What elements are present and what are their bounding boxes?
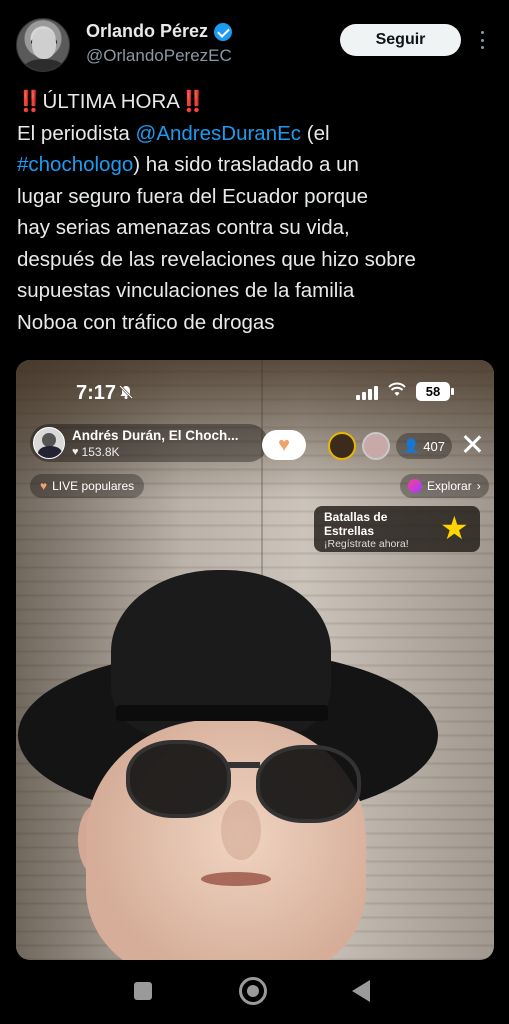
top-viewer-avatar[interactable] [362,432,390,460]
live-popular-badge[interactable]: ♥ LIVE populares [30,474,145,498]
battery-indicator: 58 [416,382,454,401]
tweet-header: Orlando Pérez @OrlandoPerezEC Seguir [0,14,509,76]
home-icon[interactable] [239,977,267,1005]
heart-icon: ♥ [40,479,48,493]
avatar-face [32,29,56,59]
sunglasses-right-lens [256,745,361,823]
status-strip [0,0,509,10]
person-icon: 👤 [403,438,420,453]
top-viewer-avatar[interactable] [328,432,356,460]
chevron-right-icon: › [476,479,481,493]
double-exclamation-icon: ‼️ [179,90,205,113]
window-blind-divider [261,360,263,610]
close-icon[interactable] [460,432,484,456]
author-name[interactable]: Orlando Pérez [86,21,208,42]
author-name-row: Orlando Pérez [86,21,233,42]
tweet-line-2: El periodista @AndresDuranEc (el [17,118,497,150]
tweet-line-5: hay serias amenazas contra su vida, [17,216,350,239]
host-avatar[interactable] [33,427,65,459]
tweet-text-segment: (el [301,121,330,145]
nose [221,800,261,860]
follow-button[interactable]: Seguir [340,24,461,56]
viewer-count-value: 407 [423,438,445,454]
more-options-icon[interactable] [474,28,490,52]
recent-apps-icon[interactable] [134,982,152,1000]
tweet-media-image[interactable]: 7:17 58 Andrés Durán, El Choch... ♥ 153.… [16,360,494,960]
tweet-line-8: Noboa con tráfico de drogas [17,310,275,334]
android-nav-bar [0,960,509,1024]
hashtag-link[interactable]: #chochologo [17,153,133,176]
follow-host-button[interactable]: ♥ [262,430,306,460]
mention-link[interactable]: @AndresDuranEc [136,122,302,145]
explore-label: Explorar [427,479,472,493]
star-icon: ★ [440,510,469,546]
wifi-icon [388,382,406,396]
explore-button[interactable]: Explorar › [400,474,489,498]
tweet-text-segment: ) ha sido trasladado a un [133,153,359,176]
tweet-line-7: supuestas vinculaciones de la familia [17,279,355,302]
live-popular-label: LIVE populares [52,479,135,493]
live-host-pill[interactable]: Andrés Durán, El Choch... ♥ 153.8K [30,424,268,462]
tweet-text-segment: El periodista [17,121,136,145]
status-time: 7:17 [76,382,117,404]
heart-plus-icon: ♥ [278,433,290,456]
mouth [201,872,271,886]
battle-title: Batallas de Estrellas [324,510,388,538]
tweet-line-1: ‼️ ÚLTIMA HORA‼️ [17,86,497,118]
author-handle[interactable]: @OrlandoPerezEC [86,46,232,66]
tweet-line-3: #chochologo) ha sido trasladado a un [17,149,497,181]
heart-icon: ♥ [72,446,79,458]
tweet-line-6: después de las revelaciones que hizo sob… [17,247,416,271]
hat-band [116,705,328,721]
back-icon[interactable] [352,980,370,1002]
likes-count: 153.8K [81,445,120,459]
verified-badge-icon [214,22,233,41]
signal-icon [356,384,380,400]
sunglasses-bridge [226,762,260,768]
sunglasses-left-lens [126,740,231,818]
double-exclamation-icon: ‼️ [17,90,42,113]
avatar-body [23,59,65,71]
battle-subtitle: ¡Regístrate ahora! [324,538,409,550]
battle-card[interactable]: Batallas de Estrellas ¡Regístrate ahora!… [314,506,480,552]
bell-off-icon [119,385,133,399]
breaking-title: ÚLTIMA HORA [42,90,180,113]
tweet-text: ‼️ ÚLTIMA HORA‼️ El periodista @AndresDur… [17,86,497,338]
tweet-line-4: lugar seguro fuera del Ecuador porque [17,184,369,208]
host-likes: ♥ 153.8K [72,445,120,459]
author-avatar[interactable] [16,18,70,72]
host-name: Andrés Durán, El Choch... [72,428,239,443]
viewer-count[interactable]: 👤 407 [396,433,452,459]
explore-icon [408,479,422,493]
